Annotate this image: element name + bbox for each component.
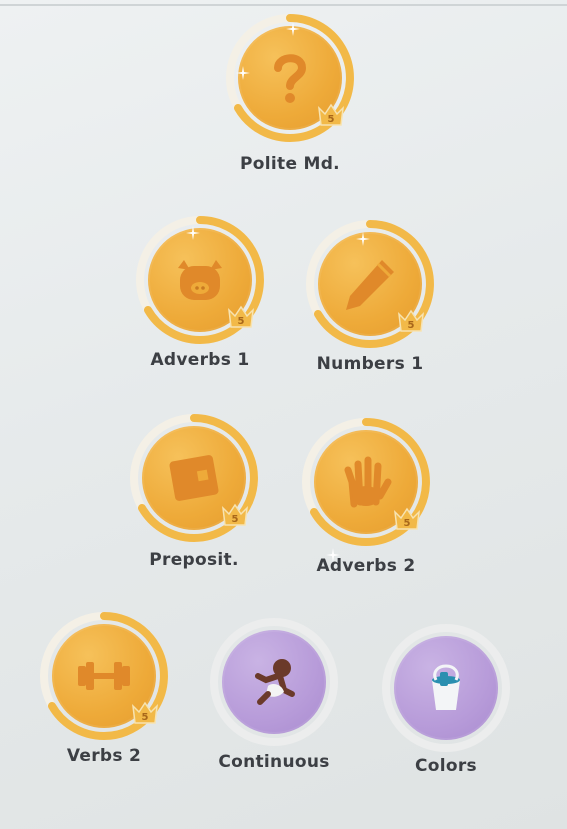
skill-verbs-2[interactable]: 5 Verbs 2	[38, 610, 170, 780]
crown-icon: 5	[132, 701, 158, 724]
sparkle-icon	[236, 66, 250, 80]
paint-bucket-icon	[432, 664, 460, 710]
svg-text:5: 5	[232, 514, 239, 525]
skill-label: Preposit.	[149, 550, 239, 570]
sparkle-icon	[356, 232, 370, 246]
crown-icon: 5	[398, 309, 424, 332]
skill-label: Polite Md.	[240, 154, 340, 174]
top-divider	[0, 4, 567, 6]
skill-label: Colors	[415, 756, 477, 776]
skill-polite-md[interactable]: 5 Polite Md.	[224, 12, 356, 182]
crown-icon: 5	[228, 305, 254, 328]
skill-preposit[interactable]: 5 Preposit.	[128, 412, 260, 582]
sparkle-icon	[186, 226, 200, 240]
sparkle-icon	[326, 548, 340, 562]
svg-text:5: 5	[328, 114, 335, 125]
skill-continuous[interactable]: Continuous	[208, 616, 340, 786]
skill-numbers-1[interactable]: 5 Numbers 1	[304, 218, 436, 388]
svg-text:5: 5	[404, 518, 411, 529]
svg-text:5: 5	[408, 320, 415, 331]
crown-icon: 5	[222, 503, 248, 526]
svg-text:5: 5	[238, 316, 245, 327]
sparkle-icon	[286, 22, 300, 36]
skill-colors[interactable]: Colors	[380, 622, 512, 792]
crown-icon: 5	[394, 507, 420, 530]
skill-adverbs-1[interactable]: 5 Adverbs 1	[134, 214, 266, 384]
skill-label: Adverbs 2	[316, 556, 416, 576]
svg-text:5: 5	[142, 712, 149, 723]
skill-adverbs-2[interactable]: 5 Adverbs 2	[300, 416, 432, 586]
crown-icon: 5	[318, 103, 344, 126]
skill-label: Continuous	[218, 752, 330, 772]
running-child-icon	[255, 659, 295, 705]
skill-label: Numbers 1	[316, 354, 424, 374]
